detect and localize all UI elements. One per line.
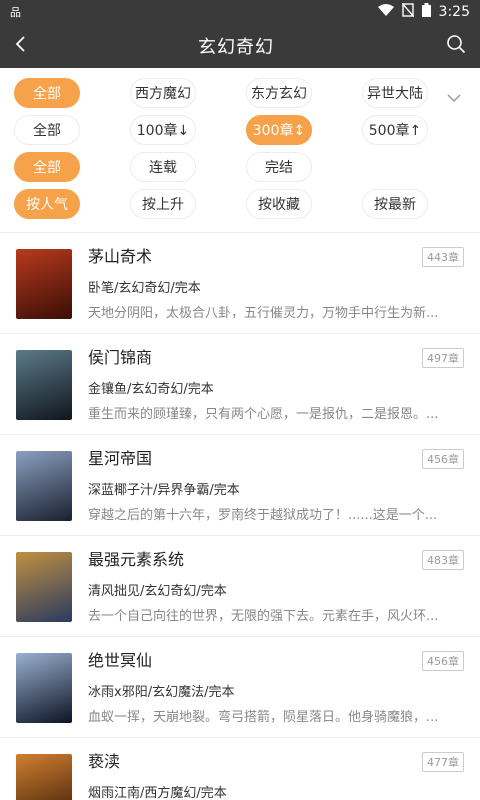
back-icon[interactable] [14, 35, 26, 57]
status-time: 3:25 [438, 4, 470, 20]
chip-length-all[interactable]: 全部 [14, 115, 80, 145]
chapter-badge: 477章 [422, 752, 464, 772]
chip-category-all[interactable]: 全部 [14, 78, 80, 108]
chip-status-all[interactable]: 全部 [14, 152, 80, 182]
book-desc: 去一个自己向往的世界，无限的强下去。元素在手，风火环... [88, 609, 439, 624]
book-cover [16, 653, 72, 723]
page-title: 玄幻奇幻 [198, 37, 274, 58]
battery-icon [421, 3, 431, 21]
book-cover [16, 249, 72, 319]
list-item[interactable]: 星河帝国 深蓝椰子汁/异界争霸/完本 穿越之后的第十六年，罗南终于越狱成功了！.… [0, 435, 480, 536]
app-icon: 品 [10, 6, 21, 19]
filter-row-length: 全部 100章↓ 300章↕ 500章↑ [0, 115, 480, 152]
status-bar: 品 3:25 [0, 0, 480, 24]
book-desc: 重生而来的顾瑾臻，只有两个心愿，一是报仇，二是报恩。... [88, 407, 439, 422]
chip-100-chapters[interactable]: 100章↓ [130, 115, 196, 145]
chip-sort-rising[interactable]: 按上升 [130, 189, 196, 219]
app-bar: 玄幻奇幻 [0, 24, 480, 68]
chevron-down-icon[interactable] [446, 88, 462, 107]
book-desc: 天地分阴阳，太极合八卦，五行催灵力，万物手中行生为新... [88, 306, 439, 321]
wifi-icon [377, 4, 394, 20]
chip-sort-popularity[interactable]: 按人气 [14, 189, 80, 219]
filter-row-category: 全部 西方魔幻 东方玄幻 异世大陆 [0, 78, 480, 115]
chip-500-chapters[interactable]: 500章↑ [362, 115, 428, 145]
book-title: 最强元素系统 [88, 550, 185, 569]
book-title: 星河帝国 [88, 449, 153, 468]
book-title: 茅山奇术 [88, 247, 153, 266]
search-icon[interactable] [446, 34, 466, 58]
chip-western-magic[interactable]: 西方魔幻 [130, 78, 196, 108]
chip-sort-favorites[interactable]: 按收藏 [246, 189, 312, 219]
filter-row-sort: 按人气 按上升 按收藏 按最新 [0, 189, 480, 226]
chip-sort-latest[interactable]: 按最新 [362, 189, 428, 219]
book-cover [16, 350, 72, 420]
book-meta: 卧笔/玄幻奇幻/完本 [88, 281, 201, 296]
book-cover [16, 451, 72, 521]
book-title: 侯门锦商 [88, 348, 153, 367]
book-meta: 深蓝椰子汁/异界争霸/完本 [88, 483, 240, 498]
chapter-badge: 483章 [422, 550, 464, 570]
list-item[interactable]: 侯门锦商 金镶鱼/玄幻奇幻/完本 重生而来的顾瑾臻，只有两个心愿，一是报仇，二是… [0, 334, 480, 435]
book-desc: 血蚁一挥，天崩地裂。弯弓搭箭，陨星落日。他身骑魔狼，... [88, 710, 439, 725]
filter-row-status: 全部 连载 完结 [0, 152, 480, 189]
chapter-badge: 456章 [422, 651, 464, 671]
chapter-badge: 497章 [422, 348, 464, 368]
filter-panel: 全部 西方魔幻 东方玄幻 异世大陆 全部 100章↓ 300章↕ 500章↑ 全… [0, 68, 480, 233]
no-sim-icon [401, 2, 415, 21]
book-meta: 冰雨x邪阳/玄幻魔法/完本 [88, 685, 235, 700]
chip-otherworld[interactable]: 异世大陆 [362, 78, 428, 108]
chapter-badge: 443章 [422, 247, 464, 267]
book-title: 亵渎 [88, 752, 121, 771]
book-meta: 金镶鱼/玄幻奇幻/完本 [88, 382, 214, 397]
book-meta: 烟雨江南/西方魔幻/完本 [88, 786, 227, 800]
book-meta: 清风拙见/玄幻奇幻/完本 [88, 584, 227, 599]
chapter-badge: 456章 [422, 449, 464, 469]
chip-300-chapters[interactable]: 300章↕ [246, 115, 312, 145]
chip-serializing[interactable]: 连载 [130, 152, 196, 182]
book-list: 茅山奇术 卧笔/玄幻奇幻/完本 天地分阴阳，太极合八卦，五行催灵力，万物手中行生… [0, 233, 480, 800]
list-item[interactable]: 亵渎 烟雨江南/西方魔幻/完本 477章 [0, 738, 480, 800]
book-cover [16, 754, 72, 800]
book-title: 绝世冥仙 [88, 651, 153, 670]
list-item[interactable]: 最强元素系统 清风拙见/玄幻奇幻/完本 去一个自己向往的世界，无限的强下去。元素… [0, 536, 480, 637]
list-item[interactable]: 绝世冥仙 冰雨x邪阳/玄幻魔法/完本 血蚁一挥，天崩地裂。弯弓搭箭，陨星落日。他… [0, 637, 480, 738]
book-desc: 穿越之后的第十六年，罗南终于越狱成功了！......这是一个... [88, 508, 438, 523]
chip-completed[interactable]: 完结 [246, 152, 312, 182]
chip-eastern-xuanhuan[interactable]: 东方玄幻 [246, 78, 312, 108]
book-cover [16, 552, 72, 622]
list-item[interactable]: 茅山奇术 卧笔/玄幻奇幻/完本 天地分阴阳，太极合八卦，五行催灵力，万物手中行生… [0, 233, 480, 334]
